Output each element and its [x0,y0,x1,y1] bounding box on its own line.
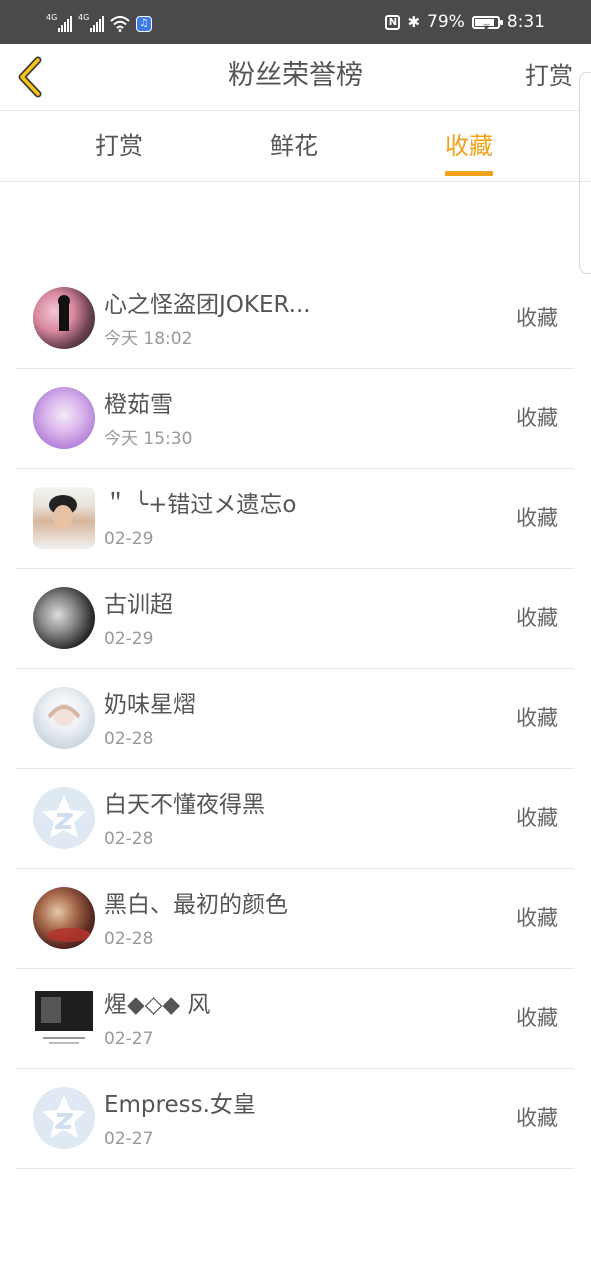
fan-name: 古训超 [104,592,173,618]
tab-bar: 打赏 鲜花 收藏 [0,111,591,182]
default-star-avatar-icon [42,1095,86,1138]
favorite-label: 收藏 [516,706,558,730]
active-tab-indicator [445,171,493,176]
favorite-label: 收藏 [516,1106,558,1130]
signal-icon: 4G [78,14,104,32]
tab-favorites[interactable]: 收藏 [445,129,493,176]
fan-name: Empress.女皇 [104,1092,256,1118]
wifi-icon [110,16,130,32]
list-item[interactable]: 心之怪盗团JOKER... 今天 18:02 收藏 [16,269,574,369]
tab-flowers[interactable]: 鲜花 [270,129,318,163]
status-bar-left: 4G 4G ♫ [46,10,152,32]
reward-button[interactable]: 打赏 [525,58,573,94]
fan-time: 02-28 [104,929,154,949]
avatar [33,1087,95,1149]
fan-time: 02-27 [104,1129,154,1149]
fan-time: 今天 18:02 [104,329,193,349]
list-item[interactable]: 古训超 02-29 收藏 [16,569,574,669]
favorite-label: 收藏 [516,606,558,630]
signal-icon: 4G [46,14,72,32]
list-item[interactable]: ＂ ╰+错过メ遗忘o 02-29 收藏 [16,469,574,569]
fan-name: 白天不懂夜得黑 [104,792,265,818]
bluetooth-icon: ✱ [407,13,421,31]
fan-time: 02-28 [104,729,154,749]
list-item[interactable]: 煋◆◇◆ 风 02-27 收藏 [16,969,574,1069]
music-app-icon: ♫ [136,16,152,32]
fan-time: 02-28 [104,829,154,849]
avatar [33,287,95,349]
fan-name: 黑白、最初的颜色 [104,892,288,918]
avatar [33,387,95,449]
fan-time: 02-29 [104,629,154,649]
fan-time: 02-29 [104,529,154,549]
battery-icon: ❦ [471,15,503,33]
list-item[interactable]: 橙茹雪 今天 15:30 收藏 [16,369,574,469]
list-item[interactable]: 白天不懂夜得黑 02-28 收藏 [16,769,574,869]
favorite-label: 收藏 [516,1006,558,1030]
favorite-label: 收藏 [516,306,558,330]
status-bar-right: N ✱ 79% ❦ 8:31 [385,11,545,33]
fan-name: 奶味星熠 [104,692,196,718]
battery-percent: 79% [427,12,465,32]
list-item[interactable]: Empress.女皇 02-27 收藏 [16,1069,574,1169]
list-item[interactable]: 奶味星熠 02-28 收藏 [16,669,574,769]
avatar [33,987,95,1049]
nfc-icon: N [385,14,401,30]
avatar [33,787,95,849]
fan-name: ＂ ╰+错过メ遗忘o [104,492,297,518]
fan-name: 煋◆◇◆ 风 [104,992,211,1018]
page-title: 粉丝荣誉榜 [228,60,363,91]
status-bar: 4G 4G ♫ N ✱ 79% ❦ 8:31 [0,0,591,44]
tab-reward[interactable]: 打赏 [95,129,143,163]
list-item[interactable]: 黑白、最初的颜色 02-28 收藏 [16,869,574,969]
favorite-label: 收藏 [516,906,558,930]
avatar [33,487,95,549]
clock: 8:31 [506,12,545,32]
fan-time: 今天 15:30 [104,429,193,449]
avatar [33,587,95,649]
default-star-avatar-icon [42,795,86,838]
favorite-label: 收藏 [516,806,558,830]
favorite-label: 收藏 [516,506,558,530]
fan-name: 心之怪盗团JOKER... [104,292,311,318]
nav-bar: 粉丝荣誉榜 打赏 [0,44,591,111]
fan-time: 02-27 [104,1029,154,1049]
fan-list: 心之怪盗团JOKER... 今天 18:02 收藏 橙茹雪 今天 15:30 收… [16,269,574,1169]
avatar [33,687,95,749]
avatar [33,887,95,949]
fan-name: 橙茹雪 [104,392,173,418]
favorite-label: 收藏 [516,406,558,430]
